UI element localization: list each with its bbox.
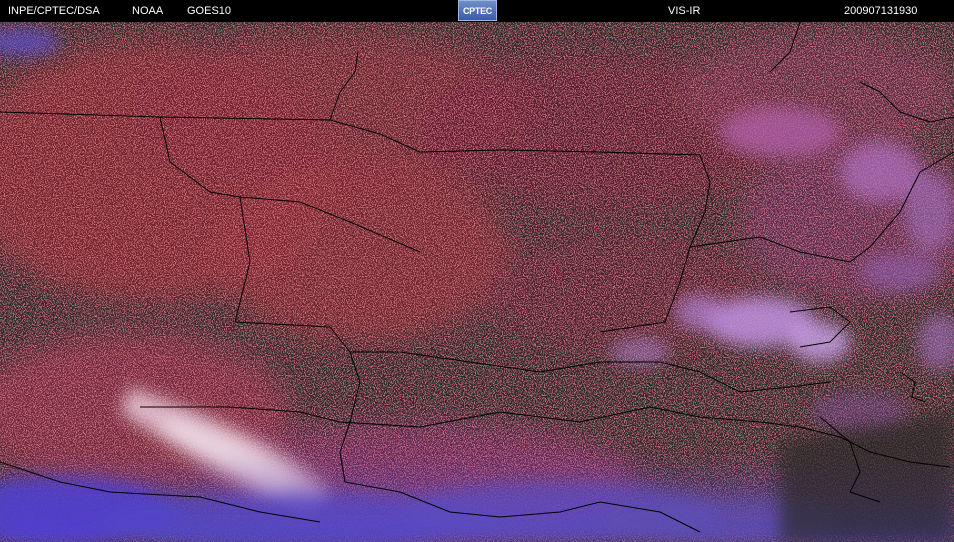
agency-label: NOAA	[132, 5, 164, 17]
satellite-image	[0, 22, 954, 542]
cptec-logo: CPTEC	[458, 0, 497, 21]
timestamp-label: 200907131930	[844, 5, 918, 17]
satellite-label: GOES10	[187, 5, 232, 17]
satellite-map	[0, 22, 954, 542]
organization-label: INPE/CPTEC/DSA	[8, 5, 100, 17]
logo-text: CPTEC	[462, 6, 492, 16]
channel-label: VIS-IR	[668, 5, 701, 17]
header-bar: INPE/CPTEC/DSA NOAA GOES10 CPTEC VIS-IR …	[0, 0, 954, 22]
